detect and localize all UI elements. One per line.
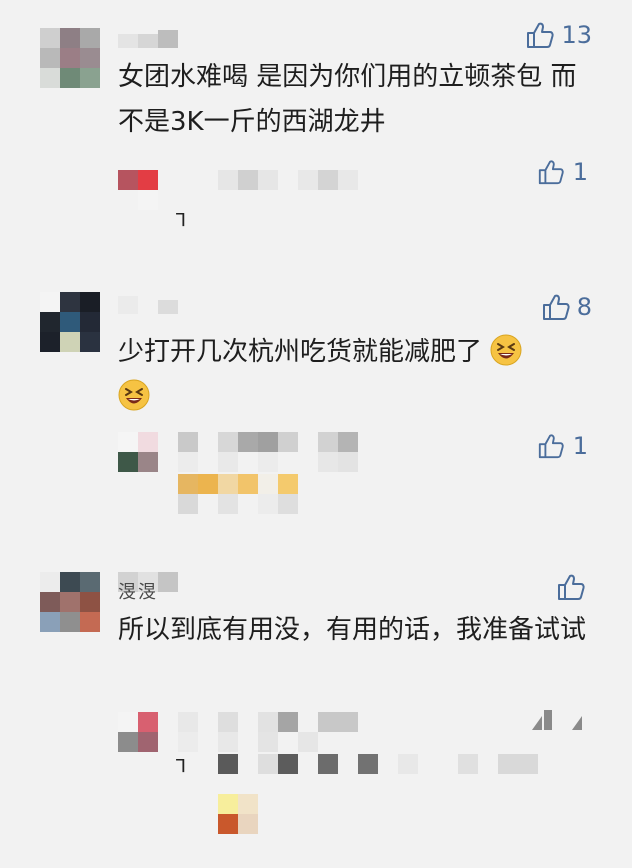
reply-blurred bbox=[118, 432, 418, 522]
like-button[interactable]: 13 bbox=[525, 20, 592, 50]
reply-like-button[interactable]: 1 bbox=[537, 158, 588, 186]
avatar[interactable] bbox=[40, 572, 100, 632]
username-text: 渂渂 bbox=[118, 582, 158, 603]
comment-item: 8 少打开几次杭州吃货就能减肥了 1 bbox=[0, 270, 632, 560]
thumbs-up-icon bbox=[538, 434, 564, 459]
reply-like-count: 1 bbox=[572, 432, 588, 460]
reply-blurred: ⅂ bbox=[118, 712, 598, 834]
like-count: 13 bbox=[561, 21, 592, 49]
reply-icons-blurred bbox=[532, 710, 592, 730]
thumbs-up-icon bbox=[542, 294, 570, 320]
grinning-squint-face-icon bbox=[490, 334, 522, 366]
reply-like-count: 1 bbox=[572, 158, 588, 186]
comment-text: 所以到底有用没，有用的话，我准备试试 bbox=[118, 615, 587, 645]
reply-like-button[interactable]: 1 bbox=[537, 432, 588, 460]
like-button[interactable]: 8 bbox=[541, 292, 592, 322]
thumbs-up-icon bbox=[538, 160, 564, 185]
username-blurred[interactable] bbox=[118, 30, 180, 48]
grinning-squint-face-icon bbox=[118, 379, 150, 411]
like-count: 8 bbox=[576, 293, 592, 321]
comment-text-body: 少打开几次杭州吃货就能减肥了 bbox=[118, 337, 483, 367]
thumbs-up-icon bbox=[558, 574, 585, 600]
comment-item: 渂渂 所以到底有用没，有用的话，我准备试试 ⅂ bbox=[0, 560, 632, 868]
username-blurred[interactable] bbox=[118, 296, 198, 314]
avatar[interactable] bbox=[40, 28, 100, 88]
comment-text: 女团水难喝 是因为你们用的立顿茶包 而不是3K一斤的西湖龙井 bbox=[118, 62, 577, 137]
username[interactable]: 渂渂 bbox=[118, 572, 198, 603]
like-button[interactable] bbox=[556, 572, 592, 602]
avatar[interactable] bbox=[40, 292, 100, 352]
comment-text: 少打开几次杭州吃货就能减肥了 bbox=[118, 330, 588, 420]
comment-item: 13 女团水难喝 是因为你们用的立顿茶包 而不是3K一斤的西湖龙井 ⅂ 1 bbox=[0, 0, 632, 270]
thumbs-up-icon bbox=[527, 22, 555, 48]
reply-blurred: ⅂ bbox=[118, 170, 388, 240]
